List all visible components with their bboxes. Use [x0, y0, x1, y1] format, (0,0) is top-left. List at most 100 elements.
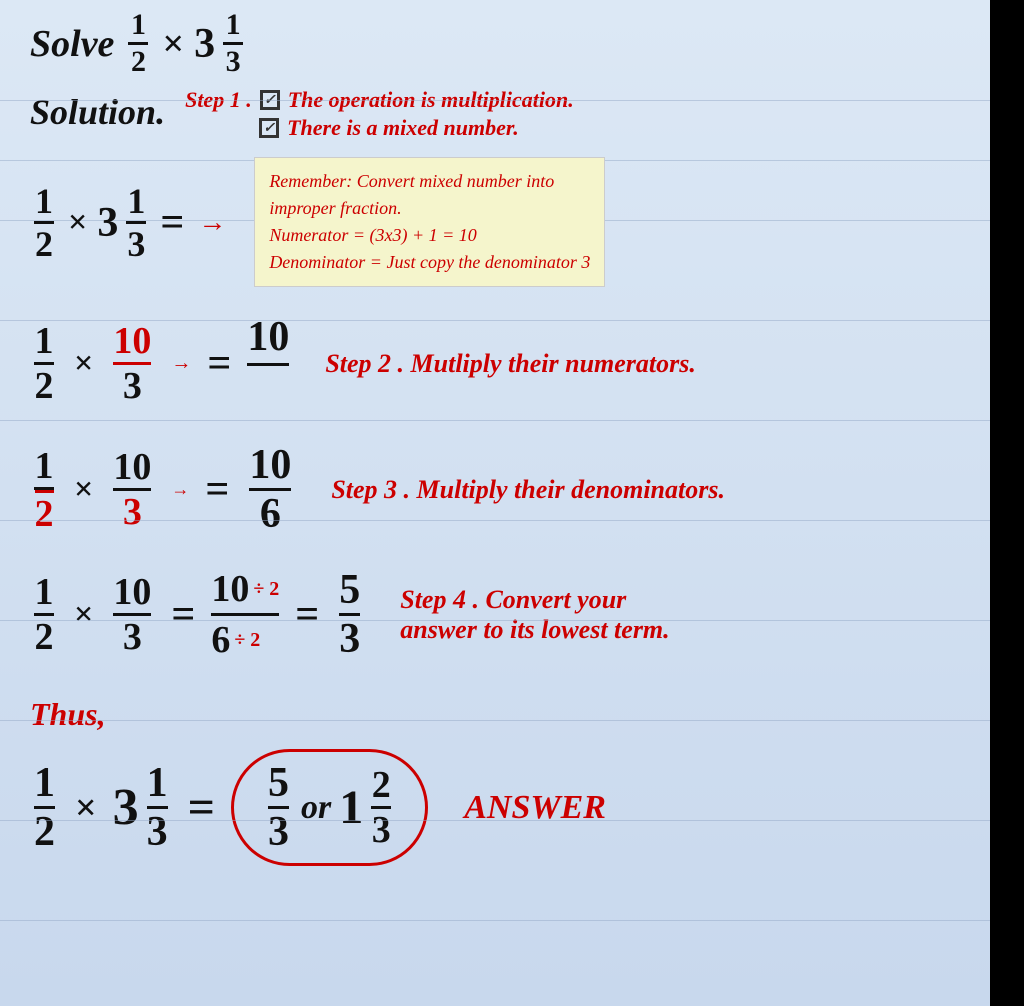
- ans-op: ×: [75, 786, 97, 830]
- step4-mid-num: 10: [211, 567, 249, 611]
- answer-label: ANSWER: [464, 789, 606, 827]
- step1-text1: The operation is multiplication.: [288, 87, 574, 113]
- step4-mid-den: 6: [211, 618, 230, 662]
- step4-frac1: 1 2: [34, 573, 54, 656]
- title-frac2: 1 3: [223, 10, 243, 77]
- step3-arrow: →: [171, 479, 189, 500]
- step2-desc: Step 2 . Mutliply their numerators.: [325, 349, 696, 379]
- ans2-mixed: 1 2 3: [339, 766, 395, 849]
- step1-text2: There is a mixed number.: [287, 115, 519, 141]
- step2-result: 10 x: [247, 313, 289, 414]
- solution-row: Solution. Step 1 . ✓ The operation is mu…: [0, 77, 990, 141]
- ans-frac2: 1 3: [147, 762, 168, 853]
- ans1-frac: 5 3: [268, 762, 289, 853]
- step2-frac2: 10 3: [113, 322, 151, 405]
- step3-result: 10 6: [249, 444, 291, 535]
- eq1-mixed: 3 1 3: [97, 183, 150, 262]
- ans2-frac: 2 3: [371, 766, 391, 849]
- eq1-equals: =: [160, 199, 184, 247]
- eq1-whole: 3: [97, 199, 118, 247]
- note-line2: improper fraction.: [269, 195, 590, 222]
- step4-frac2-den: 3: [123, 616, 142, 656]
- checkbox2: ✓: [259, 118, 279, 138]
- ans2-den: 3: [372, 809, 391, 849]
- step2-frac2-den: 3: [123, 365, 142, 405]
- step3-frac1-num: 1: [34, 447, 54, 490]
- step4-result-num: 5: [339, 569, 360, 616]
- step4-desc-line1: Step 4 . Convert your: [400, 585, 669, 615]
- note-line3: Numerator = (3x3) + 1 = 10: [269, 222, 590, 249]
- step4-frac1-den: 2: [35, 616, 54, 656]
- step4-frac1-num: 1: [34, 573, 54, 616]
- step4-desc-line2: answer to its lowest term.: [400, 615, 669, 645]
- step1-line2: ✓ There is a mixed number.: [185, 115, 574, 141]
- step3-desc: Step 3 . Multiply their denominators.: [331, 475, 725, 505]
- eq1-op: ×: [68, 204, 87, 242]
- eq1-frac1: 1 2: [34, 183, 54, 262]
- step2-result-den-blank: x: [258, 366, 279, 414]
- ans-frac1: 1 2: [34, 762, 55, 853]
- solution-label: Solution.: [30, 91, 165, 133]
- ans-whole: 3: [113, 778, 139, 837]
- step3-frac1-den: 2: [35, 490, 54, 533]
- eq1-frac2-den: 3: [127, 224, 145, 262]
- main-page: Solve 1 2 × 3 1 3 Solution. Step 1 . ✓ T…: [0, 0, 990, 1006]
- step2-row: 1 2 × 10 3 → = 10 x Step 2 . Mutliply th…: [0, 301, 990, 414]
- step2-op: ×: [74, 345, 93, 383]
- ans2-num: 2: [371, 766, 391, 809]
- answer-oval: 5 3 or 1 2 3: [231, 749, 428, 866]
- step2-frac1-den: 2: [35, 365, 54, 405]
- answer-row: 1 2 × 3 1 3 = 5 3 or 1 2 3: [0, 741, 990, 866]
- eq-row-1: 1 2 × 3 1 3 = → Remember: Convert mixed …: [0, 145, 990, 287]
- note-line4: Denominator = Just copy the denominator …: [269, 249, 590, 276]
- ans1-num: 5: [268, 762, 289, 809]
- title-row: Solve 1 2 × 3 1 3: [0, 0, 990, 77]
- step4-op: ×: [74, 596, 93, 634]
- step3-frac2: 10 3: [113, 448, 151, 531]
- step3-op: ×: [74, 471, 93, 509]
- step4-div-num: ÷ 2: [253, 578, 279, 601]
- ans-frac2-den: 3: [147, 809, 168, 853]
- step4-desc-block: Step 4 . Convert your answer to its lowe…: [400, 585, 669, 645]
- title-whole: 3: [194, 20, 215, 68]
- step4-frac2: 10 3: [113, 573, 151, 656]
- ans1-den: 3: [268, 809, 289, 853]
- step4-eq2: =: [295, 591, 319, 639]
- step3-equals: =: [205, 466, 229, 514]
- ans-frac1-den: 2: [34, 809, 55, 853]
- step4-result-den: 3: [339, 616, 360, 660]
- step4-result: 5 3: [339, 569, 360, 660]
- title-frac2-den: 3: [226, 45, 241, 77]
- step3-frac1: 1 2: [34, 447, 54, 533]
- step3-result-num: 10: [249, 444, 291, 491]
- eq1-frac1-den: 2: [35, 224, 53, 262]
- ans-equals: =: [188, 780, 215, 835]
- title-frac1-num: 1: [128, 10, 148, 45]
- title-mixed: 3 1 3: [194, 10, 247, 77]
- eq1-frac2: 1 3: [126, 183, 146, 262]
- step3-frac2-num: 10: [113, 448, 151, 491]
- arrow-right-1: →: [198, 207, 226, 239]
- note-line1: Remember: Convert mixed number into: [269, 168, 590, 195]
- step4-mid-bot: 6 ÷ 2: [211, 616, 260, 662]
- step4-row: 1 2 × 10 3 = 10 ÷ 2 6 ÷ 2 = 5 3 Step 4 .…: [0, 555, 990, 662]
- step1-prefix: Step 1 .: [185, 87, 252, 113]
- step1-text: Step 1 . ✓ The operation is multiplicati…: [185, 87, 574, 141]
- step4-div-den: ÷ 2: [234, 629, 260, 652]
- eq1-frac1-num: 1: [34, 183, 54, 224]
- ans-frac1-num: 1: [34, 762, 55, 809]
- step2-equals: =: [207, 340, 231, 388]
- title-frac2-num: 1: [223, 10, 243, 45]
- thus-label: Thus,: [30, 696, 106, 732]
- thus-row: Thus,: [0, 686, 990, 733]
- ans2-whole: 1: [339, 780, 363, 835]
- step3-result-den: 6: [260, 491, 281, 535]
- ans-frac2-num: 1: [147, 762, 168, 809]
- step4-frac2-num: 10: [113, 573, 151, 616]
- ans-mixed: 3 1 3: [113, 762, 172, 853]
- step4-eq1: =: [171, 591, 195, 639]
- step2-frac2-num: 10: [113, 322, 151, 365]
- step4-mid-top: 10 ÷ 2: [211, 567, 279, 616]
- step2-frac1-num: 1: [34, 322, 54, 365]
- step4-mid-frac: 10 ÷ 2 6 ÷ 2: [211, 567, 279, 662]
